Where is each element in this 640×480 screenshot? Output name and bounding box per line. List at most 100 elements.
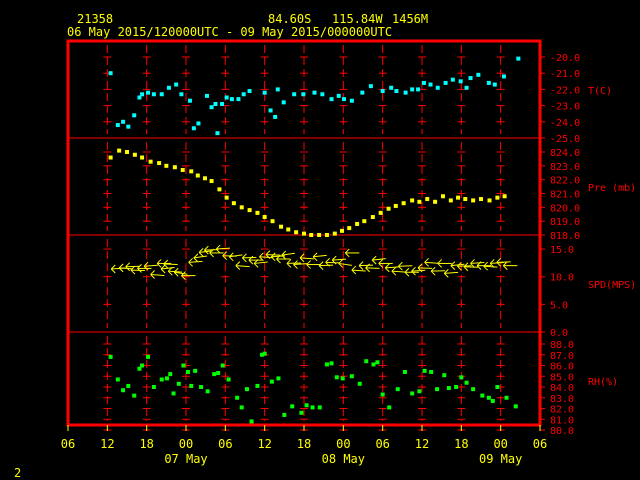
data-point	[332, 231, 337, 236]
wind-barb-feather	[378, 259, 384, 264]
data-point	[370, 215, 375, 220]
data-point	[329, 361, 334, 366]
wind-barb	[281, 250, 295, 260]
data-point	[224, 95, 229, 100]
data-point	[459, 375, 464, 380]
data-point	[174, 82, 179, 87]
data-point	[108, 71, 113, 76]
wind-barb-shaft	[254, 261, 268, 264]
data-point	[145, 354, 150, 359]
data-point	[255, 210, 260, 215]
wind-barb-feather	[160, 268, 166, 274]
wind-barb-feather	[344, 252, 350, 258]
wind-barb	[443, 269, 459, 278]
wind-barb-shaft	[332, 258, 347, 261]
wind-barb-feather	[417, 263, 423, 269]
wind-barb-feather	[293, 264, 298, 269]
wind-barb-feather	[384, 267, 390, 273]
data-point	[121, 119, 126, 124]
wind-barb-feather	[351, 265, 357, 271]
data-point	[148, 159, 153, 164]
data-point	[440, 194, 445, 199]
x-tick-label: 18	[297, 437, 311, 451]
wind-barb	[143, 261, 158, 271]
data-point	[492, 82, 497, 87]
wind-barb-feather	[286, 263, 292, 268]
data-point	[368, 84, 373, 89]
data-point	[468, 76, 473, 81]
y-tick-label: 80.0	[550, 426, 574, 437]
wind-barb	[424, 257, 439, 267]
y-tick-label: 818.0	[550, 231, 580, 242]
wind-barb	[228, 252, 243, 262]
wind-barb	[489, 259, 505, 268]
wind-barb-shaft	[235, 265, 250, 268]
data-point	[273, 114, 278, 119]
data-point	[425, 197, 430, 202]
wind-barb-shaft	[150, 273, 165, 276]
data-point	[235, 395, 240, 400]
wind-barb-feather	[371, 259, 377, 265]
data-point	[290, 404, 295, 409]
data-point	[286, 227, 291, 232]
y-tick-label: -21.0	[550, 69, 580, 80]
data-point	[458, 79, 463, 84]
data-point	[442, 373, 447, 378]
data-point	[446, 386, 451, 391]
data-point	[204, 93, 209, 98]
data-point	[244, 387, 249, 392]
wind-barb-feather	[411, 270, 416, 276]
wind-barb-feather	[276, 254, 281, 260]
data-point	[115, 377, 120, 382]
data-point	[247, 89, 252, 94]
data-point	[349, 374, 354, 379]
data-point	[157, 161, 162, 166]
data-point	[270, 219, 275, 224]
data-point	[463, 197, 468, 202]
data-point	[347, 226, 352, 231]
wind-barb	[338, 259, 352, 268]
y-tick-label: 82.0	[550, 405, 574, 416]
wind-barb	[299, 253, 314, 263]
data-point	[320, 92, 325, 97]
data-point	[187, 98, 192, 103]
x-tick-label: 12	[257, 437, 271, 451]
wind-barb-shaft	[424, 261, 439, 264]
panel-ylabel: Pre (mb)	[588, 183, 636, 194]
data-point	[516, 56, 521, 61]
data-point	[125, 150, 129, 154]
data-point	[349, 98, 354, 103]
y-tick-label: 819.0	[550, 217, 580, 228]
data-point	[108, 354, 113, 359]
data-point	[159, 92, 164, 97]
wind-barb	[391, 266, 406, 276]
data-point	[195, 173, 200, 178]
data-point	[239, 205, 244, 210]
wind-barb-feather	[502, 265, 508, 271]
data-point	[292, 92, 297, 97]
wind-barb-feather	[188, 261, 193, 267]
data-point	[216, 371, 221, 376]
data-point	[172, 165, 177, 170]
wind-barb-shaft	[444, 271, 459, 274]
y-tick-label: 5.0	[550, 300, 568, 311]
data-point	[191, 126, 196, 131]
data-point	[402, 369, 407, 374]
y-tick-label: 10.0	[550, 273, 574, 284]
wind-barb-shaft	[351, 269, 366, 272]
data-point	[464, 380, 469, 385]
data-point	[176, 381, 181, 386]
panel-ylabel: SPD(MPS)	[588, 280, 636, 291]
data-point	[403, 90, 408, 95]
wind-barb-feather	[259, 252, 264, 258]
y-tick-label: 821.0	[550, 190, 580, 201]
x-date-label: 08 May	[322, 452, 365, 466]
wind-barb-feather	[404, 271, 410, 277]
wind-barb-feather	[430, 270, 436, 276]
x-tick-label: 06	[375, 437, 389, 451]
x-tick-label: 00	[493, 437, 507, 451]
data-point	[236, 97, 241, 102]
data-point	[217, 187, 222, 192]
wind-barb-feather	[228, 256, 234, 262]
data-point	[456, 195, 461, 200]
